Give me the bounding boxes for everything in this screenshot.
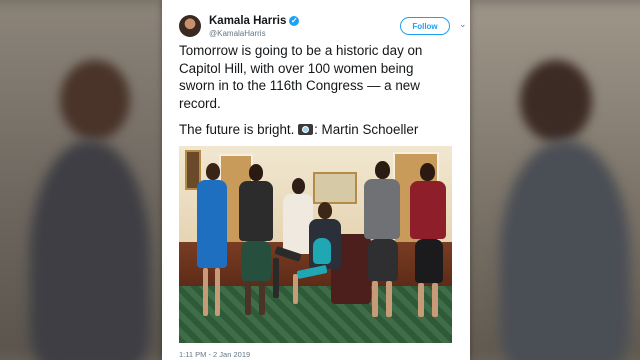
credit-suffix: : Martin Schoeller xyxy=(314,122,419,137)
blurred-figure-body xyxy=(30,140,150,360)
tweet-timestamp[interactable]: 1:11 PM - 2 Jan 2019 xyxy=(179,350,250,359)
tweet-text: Tomorrow is going to be a historic day o… xyxy=(179,42,463,139)
credit-prefix: The future is bright. xyxy=(179,122,295,137)
follow-button[interactable]: Follow xyxy=(400,17,450,35)
blurred-figure-head xyxy=(520,60,592,142)
video-frame: Kamala Harris ✓ @KamalaHarris Follow ⌄ To… xyxy=(0,0,640,360)
chevron-down-icon[interactable]: ⌄ xyxy=(459,19,467,30)
author-name[interactable]: Kamala Harris xyxy=(209,15,286,27)
blurred-figure-body xyxy=(500,140,630,360)
author-handle[interactable]: @KamalaHarris xyxy=(209,29,266,38)
camera-icon xyxy=(298,124,314,135)
tweet-text-line: record. xyxy=(179,95,221,111)
author-name-row[interactable]: Kamala Harris ✓ xyxy=(209,15,300,27)
tweet-card[interactable]: Kamala Harris ✓ @KamalaHarris Follow ⌄ To… xyxy=(162,0,470,360)
tweet-photo[interactable] xyxy=(179,146,452,343)
tweet-header: Kamala Harris ✓ @KamalaHarris Follow ⌄ xyxy=(179,13,467,41)
tweet-text-line: Capitol Hill, with over 100 women being xyxy=(179,60,414,76)
tweet-text-line: sworn in to the 116th Congress — a new xyxy=(179,78,420,93)
photo-painting xyxy=(313,172,357,204)
verified-badge-icon: ✓ xyxy=(289,16,300,26)
photo-credit-line: The future is bright. : Martin Schoeller xyxy=(179,121,463,139)
avatar[interactable] xyxy=(179,15,201,37)
tweet-text-line: Tomorrow is going to be a historic day o… xyxy=(179,43,423,58)
blurred-figure-head xyxy=(60,60,130,140)
